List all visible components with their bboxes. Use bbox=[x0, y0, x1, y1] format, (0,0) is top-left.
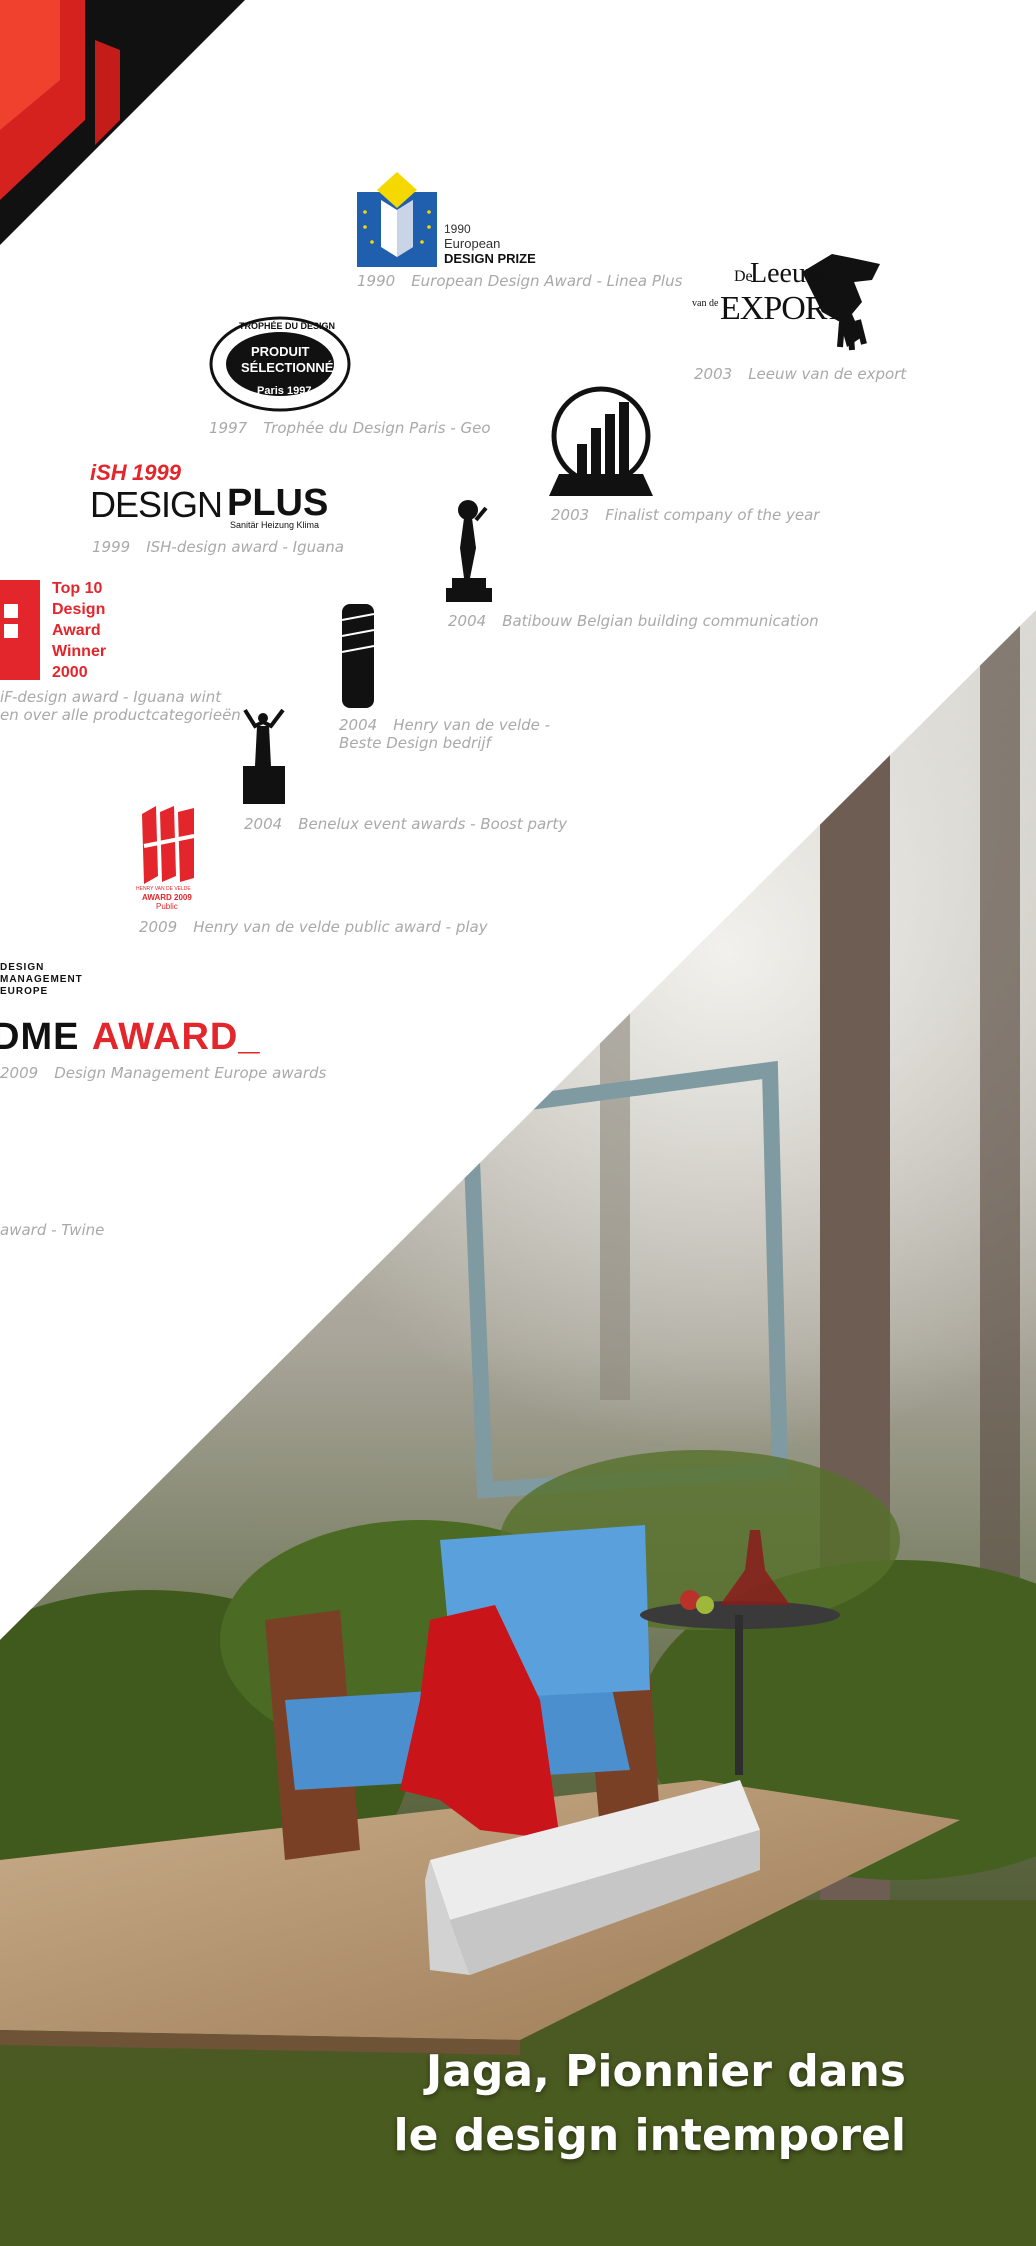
trophee-design-logo: TROPHÉE DU DESIGN PRODUIT SÉLECTIONNÉ Pa… bbox=[209, 316, 351, 412]
edp-year: 1990 bbox=[444, 222, 471, 236]
if-square-icon-2 bbox=[4, 624, 18, 638]
if-design-logo: Top 10 Design Award Winner 2000 bbox=[0, 580, 140, 684]
european-design-prize-logo: 1990 European DESIGN PRIZE bbox=[357, 172, 537, 267]
if-line3: Award bbox=[52, 622, 101, 639]
hvdv-line3: Public bbox=[156, 902, 178, 911]
leeuw-export-logo: De Leeuw van de EXPORT bbox=[692, 252, 892, 357]
dme-award-logo: DME AWARD_ bbox=[0, 1016, 260, 1059]
caption-if-design-line1: iF-design award - Iguana wint bbox=[0, 688, 222, 706]
leeuw-text-leeuw: Leeuw bbox=[750, 258, 827, 289]
ish-brand: iSH bbox=[90, 460, 127, 485]
trophee-line1: PRODUIT bbox=[251, 344, 310, 359]
hvdv-line2: AWARD 2009 bbox=[142, 893, 192, 902]
headline-line1: Jaga, Pionnier dans bbox=[425, 2046, 906, 2097]
caption-european-design-award: 1990 European Design Award - Linea Plus bbox=[357, 272, 683, 290]
dme-line3: EUROPE bbox=[0, 986, 49, 997]
ish-design-plus-logo: iSH 1999 DESIGN PLUS Sanitär Heizung Kli… bbox=[90, 460, 340, 530]
caption-twine-award: award - Twine bbox=[0, 1221, 105, 1239]
dme-line1: DESIGN bbox=[0, 962, 45, 973]
caption-if-design-line2: en over alle productcategorieën bbox=[0, 706, 241, 724]
ish-sub: Sanitär Heizung Klima bbox=[230, 520, 320, 530]
ish-plus: PLUS bbox=[227, 482, 329, 524]
ish-year: 1999 bbox=[132, 460, 181, 485]
if-line2: Design bbox=[52, 601, 106, 618]
trophee-ring: TROPHÉE DU DESIGN bbox=[239, 321, 336, 331]
caption-hvdv-public-award: 2009 Henry van de velde public award - pl… bbox=[139, 918, 488, 936]
caption-finalist-company: 2003 Finalist company of the year bbox=[551, 506, 820, 524]
caption-henry-van-de-velde-line1: 2004 Henry van de velde - bbox=[339, 716, 551, 734]
dme-text: DME bbox=[0, 1016, 80, 1058]
benelux-event-statuette-icon bbox=[243, 708, 285, 804]
edp-line1: European bbox=[444, 236, 501, 251]
european-flag-icon bbox=[357, 172, 437, 267]
headline-line2: le design intemporel bbox=[393, 2110, 906, 2161]
dme-line2: MANAGEMENT bbox=[0, 974, 83, 985]
leeuw-text-export: EXPORT bbox=[720, 290, 845, 327]
if-line1: Top 10 bbox=[52, 580, 103, 597]
hvdv-mark-icon bbox=[142, 806, 195, 884]
caption-ish-design-award: 1999 ISH-design award - Iguana bbox=[92, 538, 344, 556]
if-square-icon bbox=[4, 604, 18, 618]
finalist-globe-icon bbox=[549, 386, 653, 496]
trophee-bottom: Paris 1997 bbox=[257, 385, 312, 397]
leeuw-text-vande: van de bbox=[692, 298, 719, 309]
dme-award-text: AWARD_ bbox=[91, 1016, 261, 1058]
caption-dme-awards: 2009 Design Management Europe awards bbox=[0, 1064, 327, 1082]
hvdv-line1: HENRY VAN DE VELDE bbox=[136, 886, 191, 892]
caption-henry-van-de-velde-line2: Beste Design bedrijf bbox=[339, 734, 491, 752]
caption-trophee-du-design: 1997 Trophée du Design Paris - Geo bbox=[209, 419, 491, 437]
caption-leeuw-van-de-export: 2003 Leeuw van de export bbox=[694, 365, 907, 383]
caption-benelux-event: 2004 Benelux event awards - Boost party bbox=[244, 815, 568, 833]
hvdv-public-award-logo: HENRY VAN DE VELDE AWARD 2009 Public bbox=[136, 806, 200, 912]
henry-van-de-velde-statuette-icon bbox=[341, 604, 375, 708]
caption-batibouw: 2004 Batibouw Belgian building communicat… bbox=[448, 612, 819, 630]
ish-design: DESIGN bbox=[90, 484, 223, 525]
if-line4: Winner bbox=[52, 643, 107, 660]
if-line5: 2000 bbox=[52, 664, 88, 681]
edp-line2: DESIGN PRIZE bbox=[444, 251, 536, 266]
headline: Jaga, Pionnier dans le design intemporel bbox=[394, 2040, 906, 2168]
batibouw-statuette-icon bbox=[446, 500, 492, 602]
trophee-line2: SÉLECTIONNÉ bbox=[241, 360, 334, 375]
